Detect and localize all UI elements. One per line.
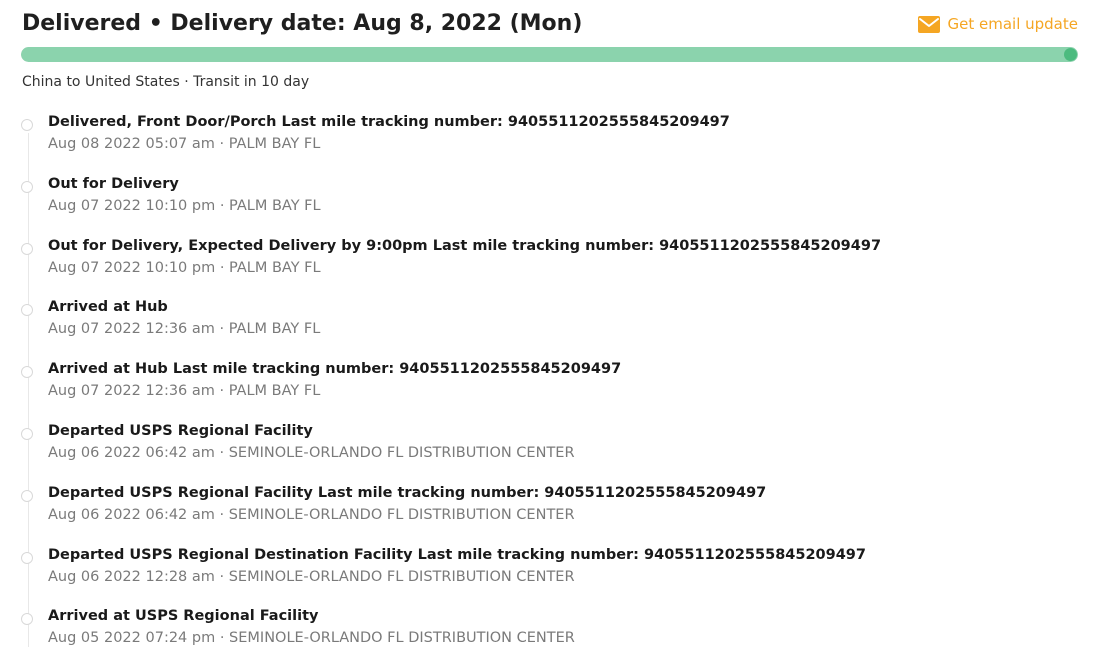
timeline-event: Departed USPS Regional Destination Facil…	[21, 547, 1081, 602]
timeline-event: Arrived at Hub Aug 07 2022 12:36 am · PA…	[21, 299, 1081, 354]
timeline-dot	[21, 119, 33, 131]
event-meta: Aug 06 2022 06:42 am · SEMINOLE-ORLANDO …	[48, 507, 575, 523]
timeline-dot	[21, 366, 33, 378]
event-meta: Aug 07 2022 10:10 pm · PALM BAY FL	[48, 198, 321, 214]
event-meta: Aug 07 2022 12:36 am · PALM BAY FL	[48, 383, 321, 399]
event-title: Departed USPS Regional Facility	[48, 423, 313, 439]
event-title: Arrived at Hub Last mile tracking number…	[48, 361, 622, 377]
event-meta: Aug 08 2022 05:07 am · PALM BAY FL	[48, 136, 321, 152]
event-title: Delivered, Front Door/Porch Last mile tr…	[48, 114, 730, 130]
tracking-timeline: Delivered, Front Door/Porch Last mile tr…	[0, 0, 1094, 647]
timeline-dot	[21, 304, 33, 316]
timeline-dot	[21, 428, 33, 440]
event-meta: Aug 06 2022 12:28 am · SEMINOLE-ORLANDO …	[48, 569, 575, 585]
timeline-event: Departed USPS Regional Facility Last mil…	[21, 485, 1081, 540]
timeline-dot	[21, 243, 33, 255]
timeline-dot	[21, 490, 33, 502]
tracking-panel: Delivered • Delivery date: Aug 8, 2022 (…	[0, 0, 1094, 647]
timeline-dot	[21, 181, 33, 193]
timeline-event: Arrived at USPS Regional Facility Aug 05…	[21, 608, 1081, 647]
timeline-event: Departed USPS Regional Facility Aug 06 2…	[21, 423, 1081, 478]
timeline-event: Arrived at Hub Last mile tracking number…	[21, 361, 1081, 416]
timeline-event: Out for Delivery, Expected Delivery by 9…	[21, 238, 1081, 293]
event-title: Departed USPS Regional Facility Last mil…	[48, 485, 767, 501]
event-meta: Aug 06 2022 06:42 am · SEMINOLE-ORLANDO …	[48, 445, 575, 461]
event-title: Departed USPS Regional Destination Facil…	[48, 547, 866, 563]
event-title: Arrived at Hub	[48, 299, 168, 315]
event-title: Arrived at USPS Regional Facility	[48, 608, 319, 624]
event-title: Out for Delivery	[48, 176, 179, 192]
event-meta: Aug 07 2022 12:36 am · PALM BAY FL	[48, 321, 321, 337]
timeline-event: Out for Delivery Aug 07 2022 10:10 pm · …	[21, 176, 1081, 231]
event-meta: Aug 07 2022 10:10 pm · PALM BAY FL	[48, 260, 321, 276]
timeline-event: Delivered, Front Door/Porch Last mile tr…	[21, 114, 1081, 169]
event-meta: Aug 05 2022 07:24 pm · SEMINOLE-ORLANDO …	[48, 630, 575, 646]
timeline-dot	[21, 552, 33, 564]
timeline-dot	[21, 613, 33, 625]
event-title: Out for Delivery, Expected Delivery by 9…	[48, 238, 882, 254]
